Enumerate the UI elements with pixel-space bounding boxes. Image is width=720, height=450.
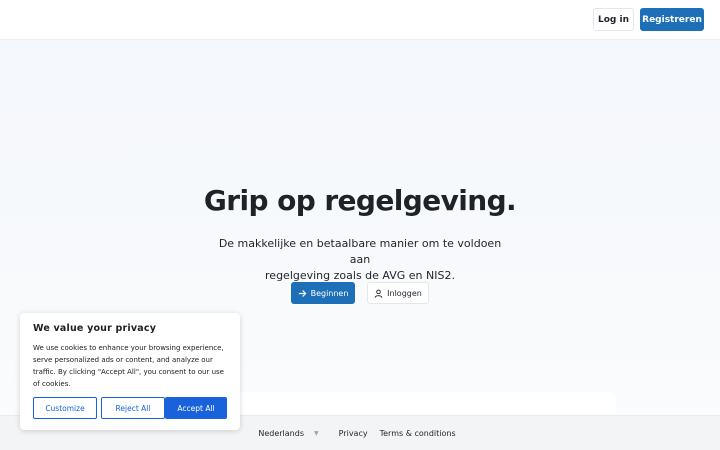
language-select[interactable]: Nederlands ▼ [258, 429, 318, 438]
cookie-title: We value your privacy [33, 323, 157, 334]
arrow-right-icon [298, 289, 307, 298]
terms-link[interactable]: Terms & conditions [380, 429, 456, 438]
login-button[interactable]: Log in [593, 8, 634, 31]
cookie-consent-dialog: We value your privacy We use cookies to … [20, 313, 240, 430]
signin-button[interactable]: Inloggen [367, 282, 429, 304]
chevron-down-icon: ▼ [314, 429, 319, 437]
hero-subtitle-line-1: De makkelijke en betaalbare manier om te… [218, 237, 502, 266]
start-button-label: Beginnen [310, 288, 349, 298]
hero-subtitle: De makkelijke en betaalbare manier om te… [210, 236, 510, 284]
top-header: Log in Registreren [0, 0, 720, 40]
cookie-reject-button[interactable]: Reject All [101, 397, 165, 419]
cookie-text: We use cookies to enhance your browsing … [33, 344, 224, 388]
hero-title: Grip op regelgeving. [203, 184, 517, 217]
start-button[interactable]: Beginnen [291, 282, 355, 304]
signin-button-label: Inloggen [387, 288, 422, 298]
user-icon [374, 289, 383, 298]
privacy-link[interactable]: Privacy [339, 429, 368, 438]
register-button[interactable]: Registreren [640, 8, 704, 31]
cookie-customize-button[interactable]: Customize [33, 397, 97, 419]
language-label: Nederlands [258, 428, 304, 438]
hero-subtitle-line-2: regelgeving zoals de AVG en NIS2. [265, 269, 455, 282]
cookie-accept-button[interactable]: Accept All [165, 397, 227, 419]
